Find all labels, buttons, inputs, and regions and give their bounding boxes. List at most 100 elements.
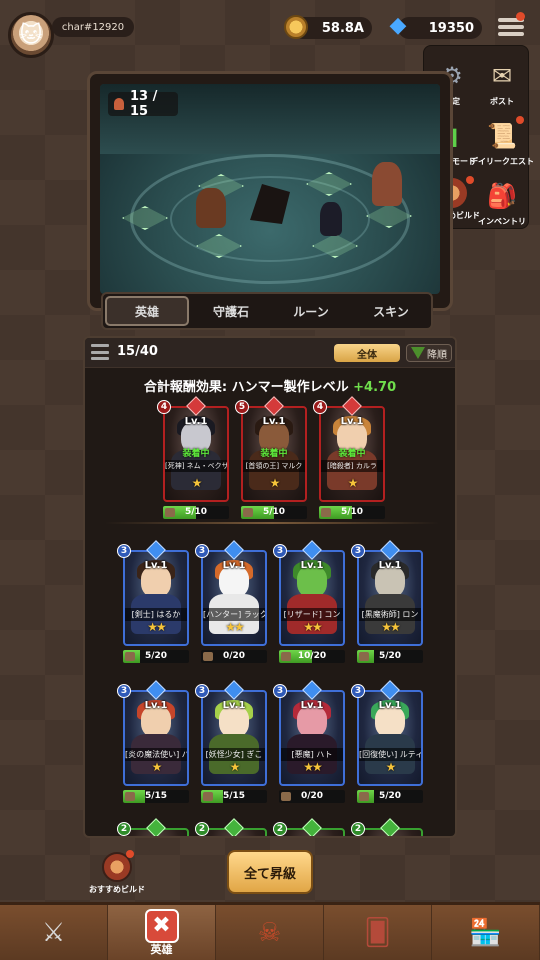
hero-level: Lv.1 (144, 560, 168, 571)
hero-card[interactable]: 3 Lv.1 [妖怪少女] ぎこ ★ 5/15 (195, 680, 267, 803)
gold-counter: 58.8A (284, 15, 372, 39)
hero-stars: ★ (191, 476, 203, 490)
hero-panel: 15/40 全体 降順 合計報酬効果: ハンマー製作レベル +4.70 4 Lv.… (83, 336, 457, 838)
hero-grade: 3 (273, 544, 287, 558)
diamond-icon: ◆ (389, 13, 407, 38)
nav-heroes-label: 英雄 (150, 942, 173, 956)
bonus-effect: 合計報酬効果: ハンマー製作レベル +4.70 (85, 376, 455, 395)
tab-runes[interactable]: ルーン (271, 294, 351, 328)
hero-level: Lv.1 (300, 700, 324, 711)
wave-counter: 13 / 15 (108, 89, 178, 119)
gold-coin-icon (284, 15, 308, 39)
wave-icon (114, 98, 124, 110)
filter-button[interactable]: 全体 (334, 344, 400, 362)
barbarian-hero-sprite (196, 188, 226, 228)
hero-card[interactable]: 3 Lv.1 [ハンター] ラック ★★ 0/20 (195, 540, 267, 663)
equipped-status: 装着中 (260, 449, 288, 459)
nav-battle[interactable]: ⚔ (0, 905, 108, 960)
shard-progress-bar: 5/15 (201, 790, 267, 803)
hero-card[interactable]: 4 Lv.1 装着中 [死神] ネム・ベクサ ★ 5/10 (157, 396, 229, 519)
hero-stars: ★ (347, 476, 359, 490)
wave-text: 13 / 15 (130, 89, 158, 119)
recommended-build-label: おすすめビルド (89, 885, 145, 894)
hero-name: [首領の王] マルク (243, 460, 305, 472)
hero-stars: ★★ (225, 620, 245, 634)
hero-stars: ★★ (147, 620, 167, 634)
shard-progress-text: 5/15 (222, 791, 246, 801)
notification-dot (466, 176, 474, 184)
mail-icon: ✉ (491, 62, 513, 90)
list-icon[interactable] (91, 344, 109, 360)
shop-icon: 🏪 (469, 917, 502, 948)
hero-count: 15/40 (117, 344, 158, 359)
category-tabs: 英雄 守護石 ルーン スキン (101, 292, 433, 330)
shard-progress-bar: 5/10 (241, 506, 307, 519)
nav-boss[interactable]: ☠ (216, 905, 324, 960)
shard-progress-bar: 5/10 (163, 506, 229, 519)
post-label: ポスト (490, 97, 514, 106)
shard-progress-bar: 0/20 (201, 650, 267, 663)
bonus-value: +4.70 (353, 380, 397, 395)
hero-grade: 4 (313, 400, 327, 414)
hero-level: Lv.1 (378, 560, 402, 571)
post-menu-item[interactable]: ✉ ポスト (476, 50, 528, 118)
tab-heroes[interactable]: 英雄 (105, 296, 189, 326)
bonus-label: 合計報酬効果: ハンマー製作レベル (143, 380, 349, 395)
hero-card[interactable]: 2 (117, 818, 189, 836)
hero-stars: ★★ (303, 620, 323, 634)
gem-counter: ◆ 19350 (390, 15, 482, 39)
inventory-menu-item[interactable]: 🎒 インベントリ (476, 170, 528, 238)
hero-card[interactable]: 3 Lv.1 [黒魔術師] ロン ★★ 5/20 (351, 540, 423, 663)
hero-card[interactable]: 3 Lv.1 [剣士] はるか ★★ 5/20 (117, 540, 189, 663)
tab-skins[interactable]: スキン (351, 294, 431, 328)
hero-stars: ★ (151, 760, 163, 774)
nav-heroes[interactable]: ✖ 英雄 (108, 905, 216, 960)
hero-card[interactable]: 2 (273, 818, 345, 836)
shard-progress-bar: 0/20 (279, 790, 345, 803)
hero-level: Lv.1 (184, 416, 208, 427)
gem-amount: 19350 (428, 20, 474, 36)
recommended-build-button[interactable]: おすすめビルド (89, 850, 145, 898)
shard-progress-text: 5/10 (262, 507, 286, 517)
player-avatar[interactable]: 🐱 (8, 12, 54, 58)
shard-progress-bar: 10/20 (279, 650, 345, 663)
hero-grade: 2 (195, 822, 209, 836)
inventory-label: インベントリ (478, 217, 526, 226)
shard-progress-text: 5/10 (340, 507, 364, 517)
hero-name: [死神] ネム・ベクサ (165, 460, 227, 472)
hero-level: Lv.1 (262, 416, 286, 427)
gold-amount: 58.8A (321, 20, 364, 36)
notification-dot (126, 850, 134, 858)
daily-quest-menu-item[interactable]: 📜 デイリークエスト (470, 110, 534, 178)
hero-stars: ★★ (381, 620, 401, 634)
nav-shop[interactable]: 🏪 (432, 905, 540, 960)
player-name: char#12920 (52, 17, 134, 37)
shard-progress-text: 10/20 (297, 651, 327, 661)
hero-grade: 3 (195, 684, 209, 698)
hero-card[interactable]: 2 (195, 818, 267, 836)
hero-card[interactable]: 3 Lv.1 [回復使い] ルティ ★ 5/20 (351, 680, 423, 803)
hero-panel-header: 15/40 全体 降順 (85, 338, 455, 368)
bottom-nav: ⚔ ✖ 英雄 ☠ 🂠 🏪 (0, 902, 540, 960)
shard-progress-bar: 5/15 (123, 790, 189, 803)
hero-icon: ✖ (144, 908, 179, 943)
section-divider (105, 522, 439, 524)
tab-guardian-stone[interactable]: 守護石 (191, 294, 271, 328)
scroll-icon: 📜 (487, 122, 517, 150)
upgrade-all-button[interactable]: 全て昇級 (227, 850, 313, 894)
nav-cards[interactable]: 🂠 (324, 905, 432, 960)
hero-level: Lv.1 (378, 700, 402, 711)
hero-name: [暗殺者] カルラ (321, 460, 383, 472)
sort-label: 降順 (427, 349, 447, 361)
hero-card[interactable]: 2 (351, 818, 423, 836)
hero-card[interactable]: 3Lv.1[炎の魔法使い] バイオ★5/15 (117, 680, 189, 803)
hero-stars: ★ (269, 476, 281, 490)
demon-skull-icon: ☠ (257, 917, 282, 948)
hero-stars: ★ (385, 760, 397, 774)
shard-progress-text: 5/20 (378, 651, 402, 661)
hero-card[interactable]: 3 Lv.1 [悪魔] ハト ★★ 0/20 (273, 680, 345, 803)
hero-card[interactable]: 4 Lv.1 装着中 [暗殺者] カルラ ★ 5/10 (313, 396, 385, 519)
hero-card[interactable]: 3 Lv.1 [リザード] コン ★★ 10/20 (273, 540, 345, 663)
hero-card[interactable]: 5 Lv.1 装着中 [首領の王] マルク ★ 5/10 (235, 396, 307, 519)
sort-button[interactable]: 降順 (406, 344, 452, 362)
